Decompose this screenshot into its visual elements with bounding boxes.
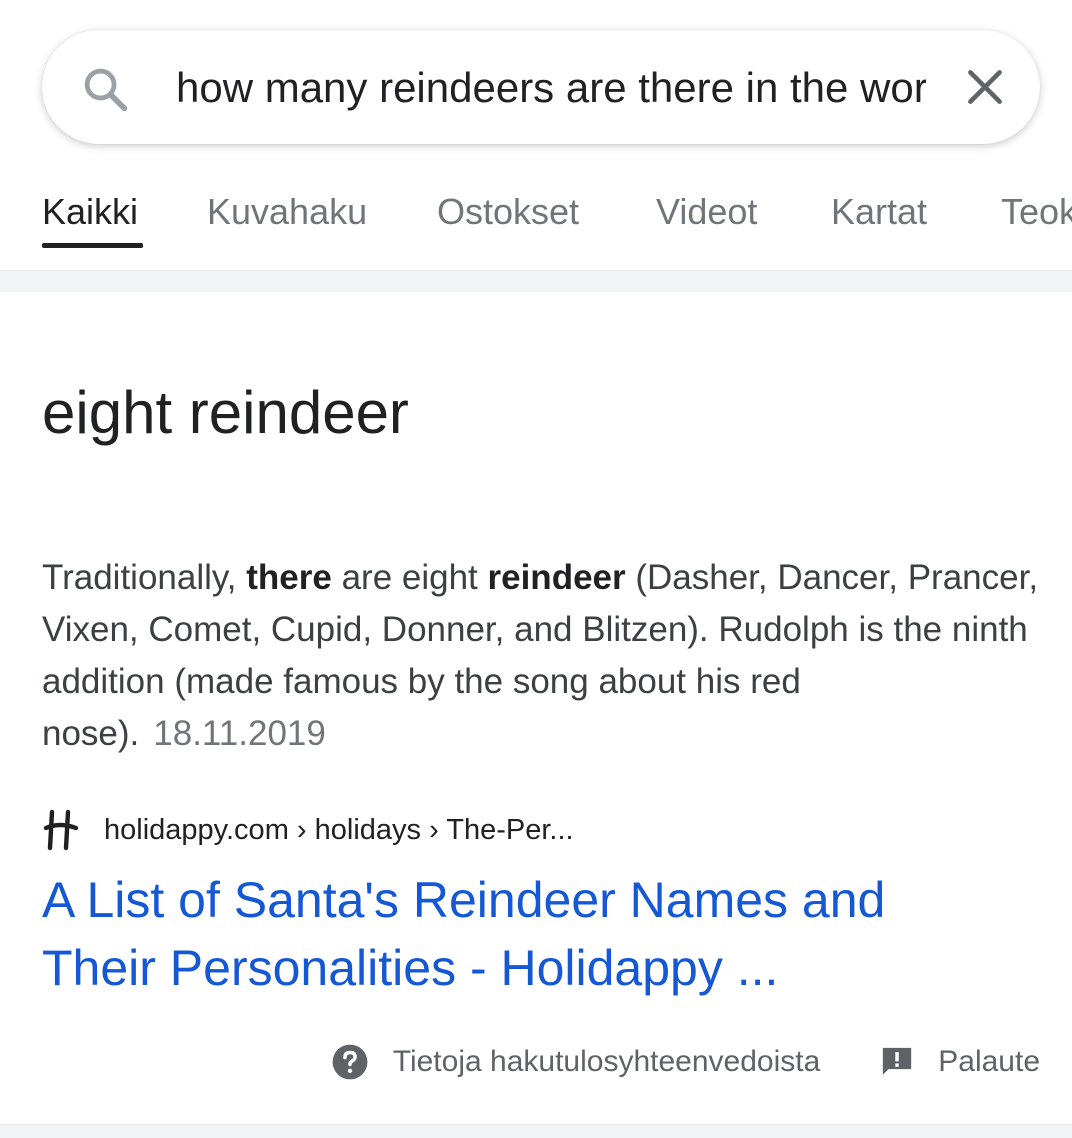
snippet-footer: Tietoja hakutulosyhteenvedoista Palaute [331, 1038, 1040, 1086]
feedback-icon [883, 1047, 912, 1075]
active-tab-indicator [42, 243, 143, 248]
site-favicon-icon [43, 809, 79, 851]
breadcrumb: holidappy.com › holidays › The-Per... [104, 814, 574, 846]
search-input[interactable]: how many reindeers are there in the wor [176, 62, 926, 114]
feedback-button[interactable]: Palaute [880, 1045, 1040, 1079]
tab-maps[interactable]: Kartat [831, 190, 927, 234]
section-divider [0, 1124, 1072, 1138]
snippet-text: are eight [331, 558, 488, 597]
result-source[interactable]: holidappy.com › holidays › The-Per... [42, 808, 574, 852]
result-title-line[interactable]: Their Personalities - Holidappy ... [42, 934, 1002, 1002]
featured-snippet-text: Traditionally, there are eight reindeer … [42, 552, 1042, 760]
search-icon[interactable] [80, 64, 132, 116]
about-snippets-button[interactable]: Tietoja hakutulosyhteenvedoista [331, 1043, 821, 1081]
search-tabs: Kaikki Kuvahaku Ostokset Videot Kartat T… [0, 180, 1072, 270]
tab-videos[interactable]: Videot [656, 190, 757, 234]
snippet-date: 18.11.2019 [153, 714, 326, 753]
snippet-highlight: reindeer [487, 558, 626, 597]
featured-answer: eight reindeer [42, 379, 409, 446]
tab-all[interactable]: Kaikki [42, 190, 138, 234]
about-snippets-label: Tietoja hakutulosyhteenvedoista [392, 1045, 821, 1078]
snippet-highlight: there [246, 558, 332, 597]
help-icon [332, 1044, 368, 1080]
close-icon[interactable] [960, 62, 1010, 112]
feedback-label: Palaute [938, 1045, 1040, 1078]
snippet-text: Traditionally, [42, 558, 247, 597]
section-divider [0, 270, 1072, 292]
result-title-line[interactable]: A List of Santa's Reindeer Names and [42, 866, 1002, 934]
result-title-link[interactable]: A List of Santa's Reindeer Names and The… [42, 866, 1002, 1002]
tab-books[interactable]: Teok [1001, 190, 1072, 234]
tab-shopping[interactable]: Ostokset [437, 190, 579, 234]
tab-images[interactable]: Kuvahaku [207, 190, 367, 234]
